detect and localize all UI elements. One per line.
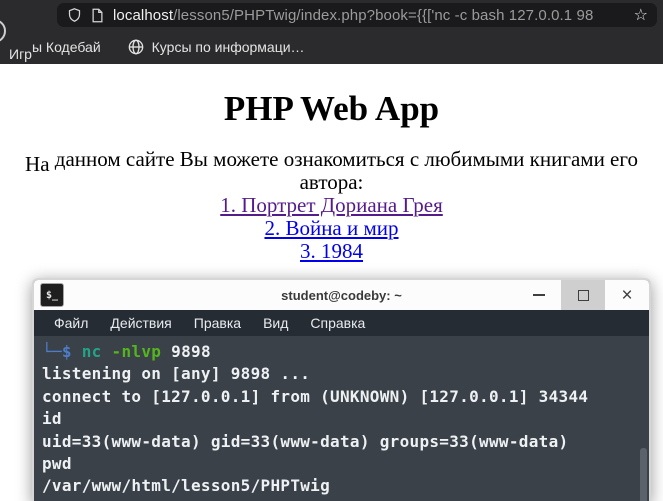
bookmark-codeby-label-tail: ы Кодебай (31, 39, 101, 55)
book-link-dorian-gray[interactable]: 1. Портрет Дориана Грея (0, 194, 663, 217)
url-host: localhost (113, 6, 174, 24)
terminal-output-line: pwd (42, 454, 72, 474)
globe-icon (128, 39, 144, 55)
close-icon: × (621, 284, 633, 306)
page-info-icon[interactable] (91, 8, 104, 23)
terminal-command-line: └─$ nc -nlvp 9898 (42, 341, 649, 363)
intro-text-tail: данном сайте Вы можете ознакомиться с лю… (49, 147, 638, 194)
terminal-app-icon: $_ (40, 283, 64, 307)
terminal-output-line: /var/www/html/lesson5/PHPTwig (42, 476, 331, 496)
bookmark-star-icon[interactable]: ☆ (634, 7, 648, 23)
bookmarks-bar: Игр ы Кодебай Курсы по информаци… (0, 30, 663, 64)
terminal-output-line: listening on [any] 9898 ... (42, 364, 311, 384)
shield-icon[interactable] (67, 7, 82, 23)
terminal-output-line: connect to [127.0.0.1] from (UNKNOWN) [1… (42, 386, 589, 406)
book-link-1984[interactable]: 3. 1984 (0, 240, 663, 263)
terminal-menubar: Файл Действия Правка Вид Справка (34, 310, 649, 336)
menu-view[interactable]: Вид (252, 315, 299, 331)
book-links: 1. Портрет Дориана Грея 2. Война и мир 3… (0, 194, 663, 263)
terminal-window: $_ student@codeby: ~ × Файл Действия Пра… (32, 278, 651, 501)
bookmark-codeby-label-head: Игр (9, 46, 32, 62)
terminal-output-area[interactable]: └─$ nc -nlvp 9898 listening on [any] 989… (34, 336, 649, 501)
bookmark-courses-label: Курсы по информаци… (151, 39, 305, 55)
bookmark-codeby[interactable]: Игр ы Кодебай (9, 39, 101, 62)
menu-help[interactable]: Справка (299, 315, 376, 331)
minimize-icon (533, 294, 545, 296)
menu-actions[interactable]: Действия (99, 315, 182, 331)
command-name: nc (81, 342, 112, 361)
terminal-output-line: id (42, 409, 62, 429)
command-arg: 9898 (171, 342, 211, 361)
book-link-war-and-peace[interactable]: 2. Война и мир (0, 217, 663, 240)
menu-edit[interactable]: Правка (183, 315, 252, 331)
bookmark-courses[interactable]: Курсы по информаци… (128, 39, 305, 55)
maximize-icon (577, 289, 589, 301)
url-fade-overlay (593, 3, 632, 27)
window-controls: × (517, 280, 649, 310)
command-flags: -nlvp (111, 342, 172, 361)
minimize-button[interactable] (517, 280, 561, 310)
close-button[interactable]: × (605, 280, 649, 310)
intro-text: На данном сайте Вы можете ознакомиться с… (0, 148, 663, 194)
terminal-scrollbar[interactable] (640, 448, 647, 501)
address-bar[interactable]: localhost/lesson5/PHPTwig/index.php?book… (57, 3, 657, 27)
browser-toolbar: localhost/lesson5/PHPTwig/index.php?book… (0, 0, 663, 64)
terminal-output-line: uid=33(www-data) gid=33(www-data) groups… (42, 431, 569, 451)
page-title: PHP Web App (223, 89, 440, 128)
url-text[interactable]: localhost/lesson5/PHPTwig/index.php?book… (113, 3, 632, 27)
maximize-button[interactable] (561, 280, 605, 310)
intro-text-head: На (25, 152, 50, 176)
menu-file[interactable]: Файл (43, 315, 99, 331)
url-path: /lesson5/PHPTwig/index.php?book={{['nc -… (173, 6, 594, 24)
terminal-titlebar[interactable]: $_ student@codeby: ~ × (34, 280, 649, 310)
screenshot-root: localhost/lesson5/PHPTwig/index.php?book… (0, 0, 663, 501)
shell-prompt: └─$ (42, 342, 82, 361)
